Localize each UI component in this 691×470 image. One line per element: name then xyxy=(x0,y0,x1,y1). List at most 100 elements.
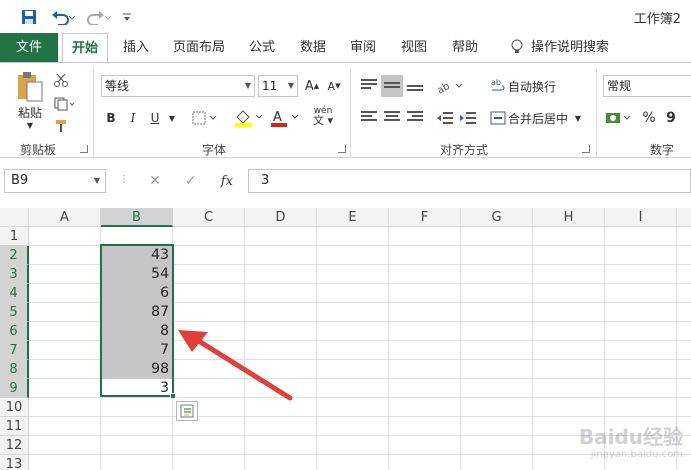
merge-center-button[interactable]: 合并后居中 xyxy=(508,107,570,129)
tab-file[interactable]: 文件 xyxy=(0,33,58,62)
formula-buttons: ✕ ✓ fx xyxy=(137,169,245,193)
increase-indent-icon[interactable] xyxy=(457,107,479,129)
name-box[interactable]: B9 ▼ xyxy=(4,169,106,193)
column-header-b[interactable]: B xyxy=(101,208,173,227)
alignment-launcher-icon[interactable] xyxy=(582,145,590,153)
undo-icon[interactable] xyxy=(48,6,78,28)
column-header-c[interactable]: C xyxy=(173,208,245,227)
align-center-icon[interactable] xyxy=(381,107,403,129)
tab-home[interactable]: 开始 xyxy=(62,33,108,63)
annotation-arrow-icon xyxy=(178,330,293,401)
percent-style-button[interactable]: % xyxy=(640,107,658,129)
number-format-select[interactable]: 常规 xyxy=(603,75,691,97)
bold-button[interactable]: B xyxy=(102,107,120,129)
row-header-8[interactable]: 8 xyxy=(0,360,29,379)
copy-icon[interactable] xyxy=(52,93,78,115)
worksheet-grid: A B C D E F G H I 1 2 3 4 5 6 7 8 9 10 1… xyxy=(0,208,691,470)
decrease-indent-icon[interactable] xyxy=(434,107,456,129)
row-header-12[interactable]: 12 xyxy=(0,436,29,455)
row-header-2[interactable]: 2 xyxy=(0,246,29,265)
paste-dropdown-icon[interactable]: ▼ xyxy=(24,119,36,131)
number-format-value: 常规 xyxy=(607,79,632,93)
formula-input[interactable]: 3 xyxy=(248,169,691,193)
gridline xyxy=(29,416,691,417)
merge-center-icon[interactable] xyxy=(488,107,508,129)
row-header-13[interactable]: 13 xyxy=(0,455,29,470)
row-header-7[interactable]: 7 xyxy=(0,341,29,360)
tab-formulas[interactable]: 公式 xyxy=(242,33,282,62)
font-size-select[interactable]: 11 ▼ xyxy=(258,75,298,97)
align-bottom-icon[interactable] xyxy=(404,75,426,97)
underline-dropdown-icon[interactable]: ▼ xyxy=(166,107,178,129)
row-header-6[interactable]: 6 xyxy=(0,322,29,341)
clipboard-group-label: 剪贴板 xyxy=(20,143,57,157)
alignment-group-label: 对齐方式 xyxy=(440,143,489,157)
merge-dropdown-icon[interactable]: ▼ xyxy=(572,107,584,129)
cut-icon[interactable] xyxy=(52,69,70,91)
ribbon-tabs: 文件 开始 插入 页面布局 公式 数据 审阅 视图 帮助 操作说明搜索 xyxy=(0,33,691,63)
decrease-font-size-icon[interactable]: A ▼ xyxy=(324,75,344,97)
customize-qat-icon[interactable] xyxy=(120,6,134,28)
font-group-label: 字体 xyxy=(202,143,227,157)
row-header-3[interactable]: 3 xyxy=(0,265,29,284)
accounting-format-icon[interactable] xyxy=(603,107,635,129)
tell-me-search[interactable]: 操作说明搜索 xyxy=(530,33,610,62)
enter-icon[interactable]: ✓ xyxy=(185,173,197,189)
select-all-corner[interactable] xyxy=(0,208,29,227)
lightbulb-icon[interactable] xyxy=(505,33,529,62)
phonetic-wen-icon: 文 ▾ xyxy=(312,114,334,127)
row-header-5[interactable]: 5 xyxy=(0,303,29,322)
font-launcher-icon[interactable] xyxy=(338,145,346,153)
tab-data[interactable]: 数据 xyxy=(293,33,333,62)
row-header-4[interactable]: 4 xyxy=(0,284,29,303)
ribbon-separator xyxy=(350,69,351,157)
name-box-value: B9 xyxy=(11,173,29,188)
column-header-f[interactable]: F xyxy=(389,208,461,227)
chevron-down-icon: ▼ xyxy=(244,81,251,90)
tab-page-layout[interactable]: 页面布局 xyxy=(168,33,230,62)
orientation-icon[interactable]: ab xyxy=(434,75,468,97)
ribbon-home: 粘贴 ▼ 剪贴板 等线 ▼ 11 ▼ A ▲ A ▼ B I U ▼ A wén 文 … xyxy=(0,62,691,158)
cancel-icon[interactable]: ✕ xyxy=(149,173,161,189)
redo-icon[interactable] xyxy=(84,6,114,28)
column-header-h[interactable]: H xyxy=(533,208,605,227)
row-header-1[interactable]: 1 xyxy=(0,227,29,246)
insert-function-button[interactable]: fx xyxy=(221,174,233,189)
paste-icon[interactable] xyxy=(12,69,48,105)
column-header-d[interactable]: D xyxy=(245,208,317,227)
save-icon[interactable] xyxy=(18,6,40,28)
fill-color-icon[interactable] xyxy=(232,107,266,129)
window-title: 工作簿2 xyxy=(633,12,681,27)
tab-help[interactable]: 帮助 xyxy=(445,33,485,62)
wrap-text-button[interactable]: 自动换行 xyxy=(508,75,560,97)
tab-view[interactable]: 视图 xyxy=(394,33,434,62)
column-header-i[interactable]: I xyxy=(605,208,677,227)
clipboard-launcher-icon[interactable] xyxy=(80,145,88,153)
italic-button[interactable]: I xyxy=(124,107,142,129)
wrap-text-icon[interactable]: ab xyxy=(488,75,508,97)
watermark-url: jingyan.baidu.com xyxy=(590,449,683,460)
align-middle-icon[interactable] xyxy=(381,75,403,97)
row-header-9[interactable]: 9 xyxy=(0,379,29,398)
underline-button[interactable]: U xyxy=(146,107,164,129)
svg-text:ab: ab xyxy=(491,78,501,87)
align-left-icon[interactable] xyxy=(358,107,380,129)
align-top-icon[interactable] xyxy=(358,75,380,97)
increase-font-size-icon[interactable]: A ▲ xyxy=(302,75,322,97)
font-size-value: 11 xyxy=(262,79,278,93)
comma-style-button[interactable]: 9 xyxy=(662,107,680,129)
format-painter-icon[interactable] xyxy=(52,115,70,137)
column-header-e[interactable]: E xyxy=(317,208,389,227)
row-header-10[interactable]: 10 xyxy=(0,398,29,417)
phonetic-guide-button[interactable]: wén 文 ▾ xyxy=(306,105,340,127)
row-header-11[interactable]: 11 xyxy=(0,417,29,436)
borders-icon[interactable] xyxy=(190,107,222,129)
font-name-select[interactable]: 等线 ▼ xyxy=(101,75,255,97)
font-color-icon[interactable]: A xyxy=(268,107,302,129)
svg-text:ab: ab xyxy=(436,81,452,94)
tab-insert[interactable]: 插入 xyxy=(116,33,156,62)
column-header-a[interactable]: A xyxy=(29,208,101,227)
column-header-g[interactable]: G xyxy=(461,208,533,227)
align-right-icon[interactable] xyxy=(404,107,426,129)
tab-review[interactable]: 审阅 xyxy=(343,33,383,62)
